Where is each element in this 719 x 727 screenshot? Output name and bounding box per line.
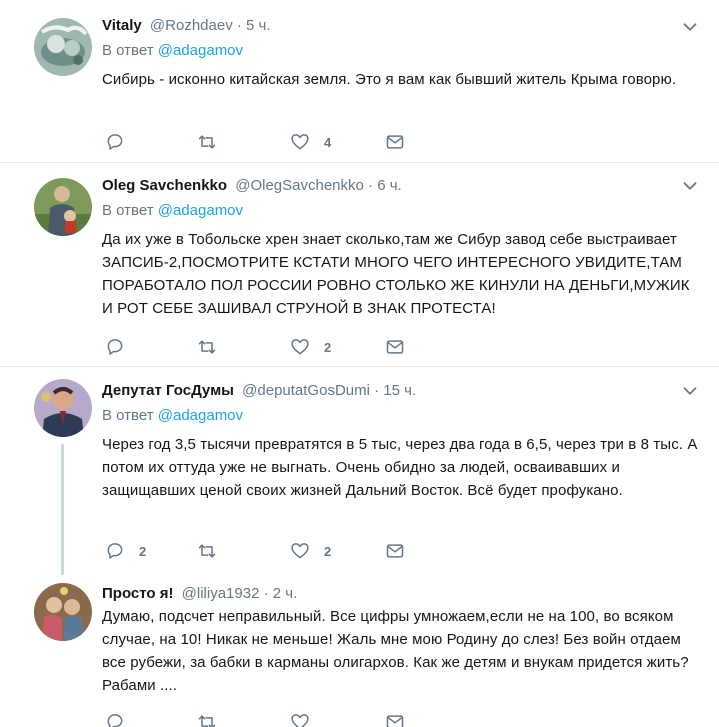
reply-button[interactable] xyxy=(105,336,139,358)
reply-to-link[interactable]: @adagamov xyxy=(158,42,243,59)
tweet-text: Да их уже в Тобольске хрен знает сколько… xyxy=(102,231,690,317)
retweet-icon xyxy=(198,340,216,354)
user-handle[interactable]: @deputatGosDumi xyxy=(242,382,370,399)
reply-context: В ответ @adagamov xyxy=(102,405,699,427)
display-name[interactable]: Oleg Savchenkko xyxy=(102,177,227,194)
timestamp[interactable]: 2 ч. xyxy=(273,585,298,602)
like-count: 2 xyxy=(324,339,332,355)
retweet-button[interactable] xyxy=(197,711,217,727)
separator-dot: · xyxy=(368,177,374,194)
direct-message-button[interactable] xyxy=(385,336,405,358)
reply-prefix: В ответ xyxy=(102,42,154,59)
like-button[interactable] xyxy=(290,711,310,727)
reply-context: В ответ @adagamov xyxy=(102,40,699,62)
separator-dot: · xyxy=(236,17,242,34)
separator-dot: · xyxy=(263,585,269,602)
reply-icon xyxy=(107,134,123,150)
direct-message-button[interactable] xyxy=(385,131,405,153)
tweet-header: Депутат ГосДумы @deputatGosDumi · 15 ч. xyxy=(102,380,699,402)
user-handle[interactable]: @liliya1932 xyxy=(182,585,260,602)
reply-icon xyxy=(107,543,123,559)
like-icon xyxy=(291,714,309,727)
reply-icon xyxy=(107,714,123,727)
timestamp[interactable]: 5 ч. xyxy=(246,17,271,34)
tweet[interactable]: Депутат ГосДумы @deputatGosDumi · 15 ч. … xyxy=(0,368,719,575)
retweet-icon xyxy=(198,544,216,558)
reply-prefix: В ответ xyxy=(102,407,154,424)
like-icon xyxy=(291,543,309,559)
display-name[interactable]: Депутат ГосДумы xyxy=(102,382,234,399)
avatar[interactable] xyxy=(34,18,92,76)
like-button[interactable]: 2 xyxy=(290,540,331,562)
reply-prefix: В ответ xyxy=(102,202,154,219)
retweet-icon xyxy=(198,715,216,727)
reply-to-link[interactable]: @adagamov xyxy=(158,202,243,219)
tweet-text: Сибирь - исконно китайская земля. Это я … xyxy=(102,71,677,88)
like-count: 2 xyxy=(324,543,332,559)
tweet[interactable]: Vitaly @Rozhdaev · 5 ч. В ответ @adagamo… xyxy=(0,0,719,163)
tweet-feed: Vitaly @Rozhdaev · 5 ч. В ответ @adagamo… xyxy=(0,0,719,727)
tweet-actions: 2 xyxy=(102,336,422,358)
reply-button[interactable] xyxy=(105,711,125,727)
avatar[interactable] xyxy=(34,379,92,437)
tweet[interactable]: Просто я! @liliya1932 · 2 ч. Думаю, подс… xyxy=(0,575,719,727)
timestamp[interactable]: 6 ч. xyxy=(377,177,402,194)
avatar[interactable] xyxy=(34,583,92,641)
direct-message-icon xyxy=(386,135,404,149)
like-icon xyxy=(291,339,309,355)
direct-message-icon xyxy=(386,544,404,558)
retweet-button[interactable] xyxy=(197,540,231,562)
tweet-text: Через год 3,5 тысячи превратятся в 5 тыс… xyxy=(102,436,698,499)
display-name[interactable]: Просто я! xyxy=(102,585,173,602)
user-handle[interactable]: @Rozhdaev xyxy=(150,17,233,34)
tweet[interactable]: Oleg Savchenkko @OlegSavchenkko · 6 ч. В… xyxy=(0,164,719,367)
reply-icon xyxy=(107,339,123,355)
tweet-header: Просто я! @liliya1932 · 2 ч. xyxy=(102,583,699,605)
thread-line xyxy=(61,444,64,575)
retweet-button[interactable] xyxy=(197,131,231,153)
tweet-actions: 4 xyxy=(102,131,422,153)
like-button[interactable]: 2 xyxy=(290,336,331,358)
timestamp[interactable]: 15 ч. xyxy=(383,382,416,399)
direct-message-button[interactable] xyxy=(385,540,405,562)
reply-button[interactable]: 2 xyxy=(105,540,146,562)
reply-button[interactable] xyxy=(105,131,139,153)
tweet-header: Vitaly @Rozhdaev · 5 ч. xyxy=(102,15,699,37)
retweet-button[interactable] xyxy=(197,336,231,358)
reply-count: 2 xyxy=(139,543,147,559)
like-icon xyxy=(291,134,309,150)
tweet-header: Oleg Savchenkko @OlegSavchenkko · 6 ч. xyxy=(102,175,699,197)
tweet-actions: 2 2 xyxy=(102,540,422,562)
direct-message-icon xyxy=(386,715,404,727)
avatar[interactable] xyxy=(34,178,92,236)
tweet-text: Думаю, подсчет неправильный. Все цифры у… xyxy=(102,608,689,694)
like-count: 4 xyxy=(324,134,332,150)
reply-to-link[interactable]: @adagamov xyxy=(158,407,243,424)
tweet-actions xyxy=(102,711,422,727)
retweet-icon xyxy=(198,135,216,149)
like-button[interactable]: 4 xyxy=(290,131,331,153)
direct-message-button[interactable] xyxy=(385,711,405,727)
reply-context: В ответ @adagamov xyxy=(102,200,699,222)
user-handle[interactable]: @OlegSavchenkko xyxy=(235,177,364,194)
display-name[interactable]: Vitaly xyxy=(102,17,142,34)
separator-dot: · xyxy=(374,382,380,399)
direct-message-icon xyxy=(386,340,404,354)
